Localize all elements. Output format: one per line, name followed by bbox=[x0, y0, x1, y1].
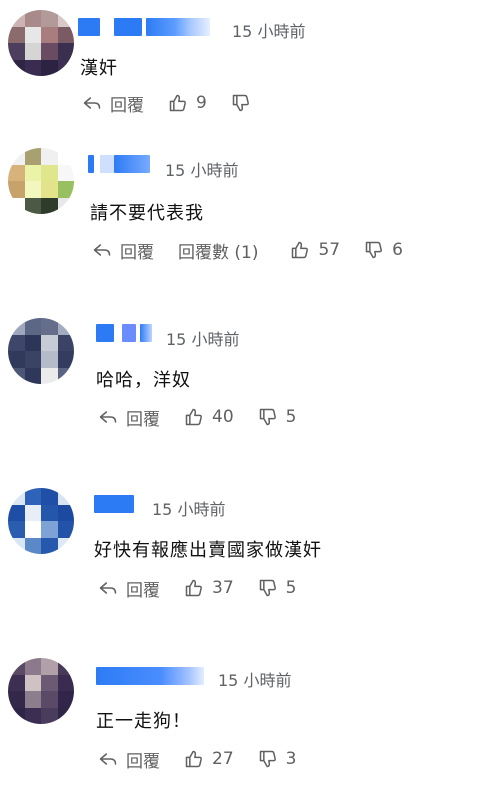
like-count: 27 bbox=[212, 749, 234, 769]
thumbs-up-icon bbox=[292, 241, 309, 259]
like-button[interactable]: 27 bbox=[184, 749, 234, 769]
thumbs-up-icon bbox=[185, 750, 202, 768]
dislike-button[interactable]: 5 bbox=[258, 407, 297, 427]
thumbs-up-icon bbox=[185, 579, 202, 597]
comment-text: 哈哈，洋奴 bbox=[96, 370, 191, 391]
like-count: 9 bbox=[196, 93, 207, 113]
comment-actions: 回覆 9 bbox=[82, 90, 283, 116]
like-button[interactable]: 40 bbox=[184, 407, 234, 427]
comment-time: 15 小時前 bbox=[165, 161, 239, 180]
reply-label: 回覆 bbox=[126, 409, 160, 430]
comment-item: 15 小時前 請不要代表我 回覆 回覆數 (1) 57 6 bbox=[0, 140, 487, 290]
reply-button[interactable]: 回覆 bbox=[82, 91, 144, 116]
comment-time: 15 小時前 bbox=[166, 330, 240, 349]
avatar[interactable] bbox=[8, 10, 74, 76]
view-replies-button[interactable]: 回覆數 (1) bbox=[178, 238, 258, 263]
reply-label: 回覆 bbox=[120, 242, 154, 263]
reply-arrow-icon bbox=[99, 582, 117, 594]
comment-actions: 回覆 回覆數 (1) 57 6 bbox=[92, 237, 427, 263]
dislike-button[interactable] bbox=[231, 93, 259, 113]
reply-label: 回覆 bbox=[110, 95, 144, 116]
like-button[interactable]: 37 bbox=[184, 578, 234, 598]
thumbs-down-icon bbox=[259, 408, 276, 426]
reply-label: 回覆 bbox=[126, 751, 160, 772]
comment-actions: 回覆 40 5 bbox=[98, 404, 320, 430]
thumbs-down-icon bbox=[259, 750, 276, 768]
reply-button[interactable]: 回覆 bbox=[98, 747, 160, 772]
dislike-button[interactable]: 5 bbox=[258, 578, 297, 598]
comment-text: 正一走狗！ bbox=[96, 711, 191, 732]
reply-arrow-icon bbox=[99, 411, 117, 423]
thumbs-down-icon bbox=[232, 94, 249, 112]
replies-count-label: 回覆數 (1) bbox=[178, 242, 259, 263]
reply-arrow-icon bbox=[93, 244, 111, 256]
comment-time: 15 小時前 bbox=[152, 500, 226, 519]
thumbs-down-icon bbox=[259, 579, 276, 597]
dislike-count: 5 bbox=[285, 578, 297, 598]
comment-item: 15 小時前 哈哈，洋奴 回覆 40 5 bbox=[0, 310, 487, 460]
reply-arrow-icon bbox=[83, 97, 101, 109]
username[interactable] bbox=[88, 152, 150, 176]
thumbs-up-icon bbox=[185, 408, 202, 426]
reply-button[interactable]: 回覆 bbox=[98, 576, 160, 601]
dislike-count: 5 bbox=[285, 407, 297, 427]
comment-item: 15 小時前 漢奸 回覆 9 bbox=[0, 0, 487, 150]
reply-label: 回覆 bbox=[126, 580, 160, 601]
dislike-count: 3 bbox=[285, 749, 297, 769]
comment-text: 好快有報應出賣國家做漢奸 bbox=[94, 540, 322, 561]
comment-item: 15 小時前 正一走狗！ 回覆 27 3 bbox=[0, 650, 487, 800]
avatar[interactable] bbox=[8, 148, 74, 214]
comment-actions: 回覆 27 3 bbox=[98, 746, 320, 772]
comment-actions: 回覆 37 5 bbox=[98, 575, 320, 601]
comment-text: 請不要代表我 bbox=[90, 203, 204, 224]
like-button[interactable]: 9 bbox=[168, 93, 207, 113]
avatar[interactable] bbox=[8, 488, 74, 554]
username[interactable] bbox=[78, 15, 210, 39]
thumbs-up-icon bbox=[169, 94, 186, 112]
reply-button[interactable]: 回覆 bbox=[98, 405, 160, 430]
like-count: 37 bbox=[212, 578, 234, 598]
avatar[interactable] bbox=[8, 658, 74, 724]
reply-arrow-icon bbox=[99, 753, 117, 765]
username[interactable] bbox=[94, 492, 134, 516]
reply-button[interactable]: 回覆 bbox=[92, 238, 154, 263]
username[interactable] bbox=[96, 321, 152, 345]
comment-text: 漢奸 bbox=[80, 58, 118, 79]
dislike-button[interactable]: 6 bbox=[364, 240, 403, 260]
avatar[interactable] bbox=[8, 318, 74, 384]
dislike-button[interactable]: 3 bbox=[258, 749, 297, 769]
comment-time: 15 小時前 bbox=[232, 22, 306, 41]
like-count: 57 bbox=[318, 240, 341, 260]
like-button[interactable]: 57 bbox=[290, 240, 340, 260]
comment-time: 15 小時前 bbox=[218, 671, 292, 690]
comment-item: 15 小時前 好快有報應出賣國家做漢奸 回覆 37 5 bbox=[0, 480, 487, 630]
username[interactable] bbox=[96, 664, 204, 688]
thumbs-down-icon bbox=[365, 241, 383, 259]
like-count: 40 bbox=[212, 407, 234, 427]
dislike-count: 6 bbox=[392, 240, 403, 260]
